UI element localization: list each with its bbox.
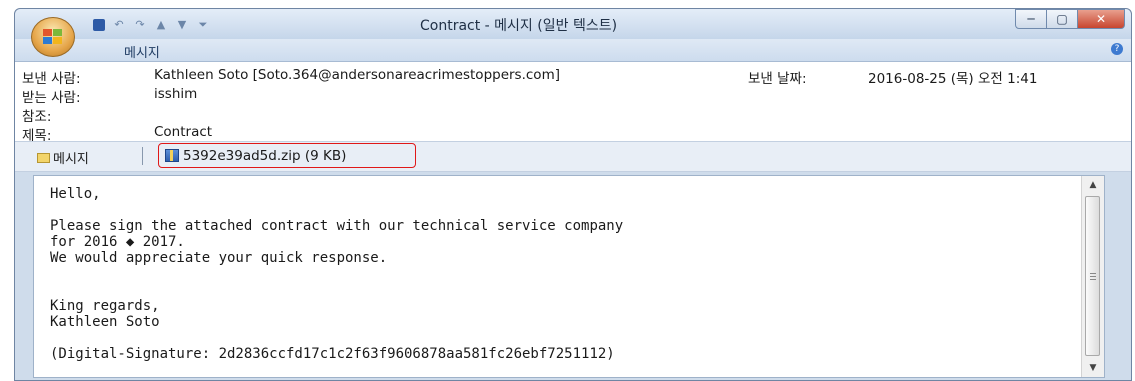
save-icon[interactable] [93,19,105,31]
message-body-text: Hello, Please sign the attached contract… [50,186,624,362]
message-header: 보낸 사람: Kathleen Soto [Soto.364@andersona… [15,61,1131,144]
minimize-button[interactable]: ─ [1015,9,1047,29]
tab-message[interactable]: 메시지 [124,42,160,61]
zip-file-icon [165,149,179,162]
scroll-up-icon[interactable]: ▲ [1082,176,1104,194]
vertical-scrollbar[interactable]: ▲ ▼ [1081,176,1104,377]
subject-value: Contract [154,124,213,140]
message-tab-label: 메시지 [53,152,89,167]
zip-attachment[interactable]: 5392e39ad5d.zip (9 KB) [158,143,416,168]
maximize-button[interactable]: ▢ [1046,9,1078,29]
from-value[interactable]: Kathleen Soto [Soto.364@andersonareacrim… [154,67,560,83]
message-window: ↶ ↷ ▲ ▼ ⏷ Contract - 메시지 (일반 텍스트) ─ ▢ ✕ … [14,8,1132,381]
previous-item-icon[interactable]: ▲ [154,19,168,31]
attachment-bar: 메시지 5392e39ad5d.zip (9 KB) [15,141,1131,172]
close-button[interactable]: ✕ [1077,9,1125,29]
divider [142,147,143,165]
undo-icon[interactable]: ↶ [112,19,126,31]
attachment-filename: 5392e39ad5d.zip (9 KB) [183,147,347,164]
scroll-thumb[interactable] [1085,196,1100,356]
ribbon: 메시지 ? [15,39,1131,61]
window-controls: ─ ▢ ✕ [1015,9,1125,29]
sent-value: 2016-08-25 (목) 오전 1:41 [868,71,1038,87]
message-attachment-tab[interactable]: 메시지 [37,148,89,167]
next-item-icon[interactable]: ▼ [175,19,189,31]
from-label: 보낸 사람: [22,71,81,87]
sent-label: 보낸 날짜: [748,71,807,87]
help-icon[interactable]: ? [1111,43,1123,55]
to-label: 받는 사람: [22,90,81,106]
quick-access-toolbar: ↶ ↷ ▲ ▼ ⏷ [93,16,210,34]
cc-label: 참조: [22,109,52,125]
redo-icon[interactable]: ↷ [133,19,147,31]
scroll-down-icon[interactable]: ▼ [1082,359,1104,377]
title-bar: ↶ ↷ ▲ ▼ ⏷ Contract - 메시지 (일반 텍스트) ─ ▢ ✕ [15,9,1131,39]
envelope-icon [37,152,50,163]
office-button[interactable] [31,17,75,57]
to-value[interactable]: isshim [154,86,197,102]
message-body[interactable]: Hello, Please sign the attached contract… [33,175,1105,378]
office-logo-icon [43,29,63,45]
customize-toolbar-icon[interactable]: ⏷ [196,19,210,31]
window-title: Contract - 메시지 (일반 텍스트) [420,18,618,34]
